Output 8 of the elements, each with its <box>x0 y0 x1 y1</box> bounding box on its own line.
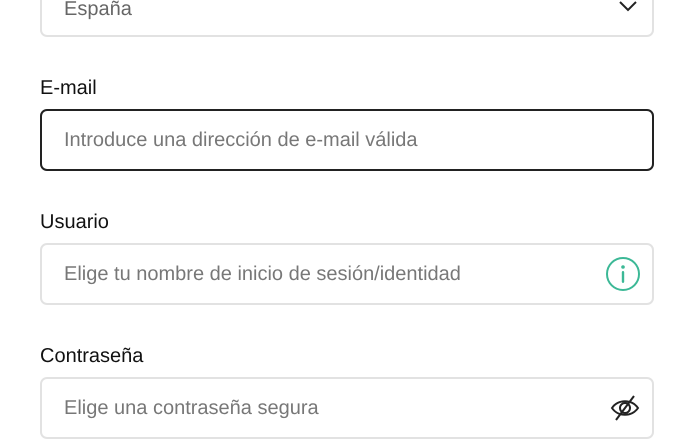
eye-slash-icon[interactable] <box>610 394 640 422</box>
country-select[interactable]: España <box>40 0 654 37</box>
field-label: Usuario <box>40 210 109 234</box>
field-label: Contraseña <box>40 344 144 368</box>
field-label: E-mail <box>40 76 97 100</box>
password-field[interactable]: Elige una contraseña segura <box>40 377 654 439</box>
input-field[interactable]: Introduce una dirección de e-mail válida <box>40 109 654 171</box>
chevron-down-icon <box>618 0 638 12</box>
